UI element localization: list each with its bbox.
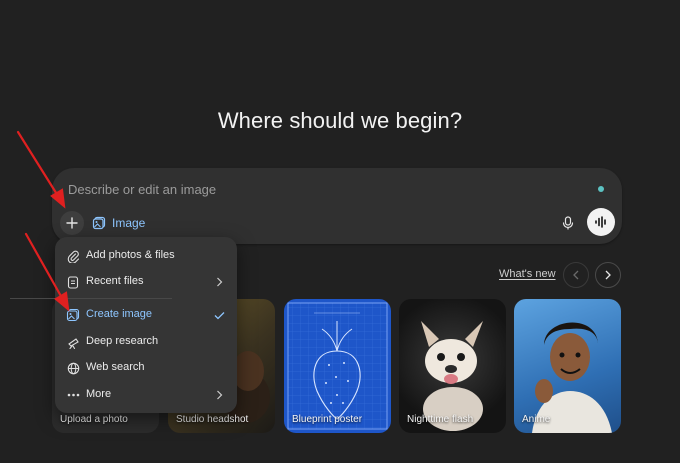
menu-item-label: Create image xyxy=(86,308,153,320)
chevron-left-icon xyxy=(573,270,579,280)
menu-divider xyxy=(10,298,172,299)
menu-item-add-photos-files[interactable]: Add photos & files xyxy=(55,243,237,269)
image-chip-label: Image xyxy=(112,216,146,230)
more-dots-icon xyxy=(67,393,79,397)
image-icon xyxy=(66,308,80,322)
paperclip-icon xyxy=(67,250,79,263)
anime-portrait-image xyxy=(532,322,612,433)
card-anime[interactable]: Anime xyxy=(514,299,621,433)
dictate-button[interactable] xyxy=(558,213,578,233)
menu-item-label: Deep research xyxy=(86,335,159,347)
card-label: Blueprint poster xyxy=(292,414,363,425)
carousel-prev-button[interactable] xyxy=(563,262,589,288)
card-blueprint-poster[interactable]: Blueprint poster xyxy=(284,299,391,433)
menu-item-label: Web search xyxy=(86,361,145,373)
menu-item-label: More xyxy=(86,388,112,400)
status-dot xyxy=(598,186,604,192)
page-heading: Where should we begin? xyxy=(217,108,463,133)
card-label: Nighttime flash xyxy=(407,414,474,425)
globe-icon xyxy=(67,362,79,374)
voice-waveform-icon xyxy=(595,216,606,228)
carousel-next-button[interactable] xyxy=(595,262,621,288)
composer[interactable]: Describe or edit an image Image xyxy=(52,168,622,244)
menu-item-create-image[interactable]: Create image xyxy=(55,302,237,328)
image-mode-chip[interactable]: Image xyxy=(92,213,145,233)
microphone-icon xyxy=(562,216,574,230)
blueprint-strawberry-image xyxy=(287,302,388,430)
menu-item-label: Add photos & files xyxy=(86,249,175,261)
add-attachment-button[interactable] xyxy=(60,211,84,235)
bulldog-image xyxy=(421,321,483,431)
card-label: Anime xyxy=(522,414,551,425)
telescope-icon xyxy=(67,337,79,349)
plus-icon xyxy=(66,217,78,229)
card-label: Upload a photo xyxy=(60,414,128,425)
card-nighttime-flash[interactable]: Nighttime flash xyxy=(399,299,506,433)
prompt-input[interactable]: Describe or edit an image xyxy=(68,182,216,197)
card-label: Studio headshot xyxy=(176,414,249,425)
check-icon xyxy=(214,311,224,319)
menu-item-recent-files[interactable]: Recent files xyxy=(55,269,237,295)
whats-new-link[interactable]: What's new xyxy=(499,268,556,280)
file-icon xyxy=(67,275,79,289)
chevron-right-icon xyxy=(605,270,611,280)
menu-item-deep-research[interactable]: Deep research xyxy=(55,329,237,355)
chevron-right-icon xyxy=(216,277,222,287)
voice-mode-button[interactable] xyxy=(587,208,615,236)
menu-item-more[interactable]: More xyxy=(55,382,237,408)
image-icon xyxy=(92,216,106,230)
menu-item-label: Recent files xyxy=(86,275,144,287)
chevron-right-icon xyxy=(216,390,222,400)
attach-menu: Add photos & files Recent files Create i… xyxy=(55,237,237,413)
menu-item-web-search[interactable]: Web search xyxy=(55,355,237,381)
